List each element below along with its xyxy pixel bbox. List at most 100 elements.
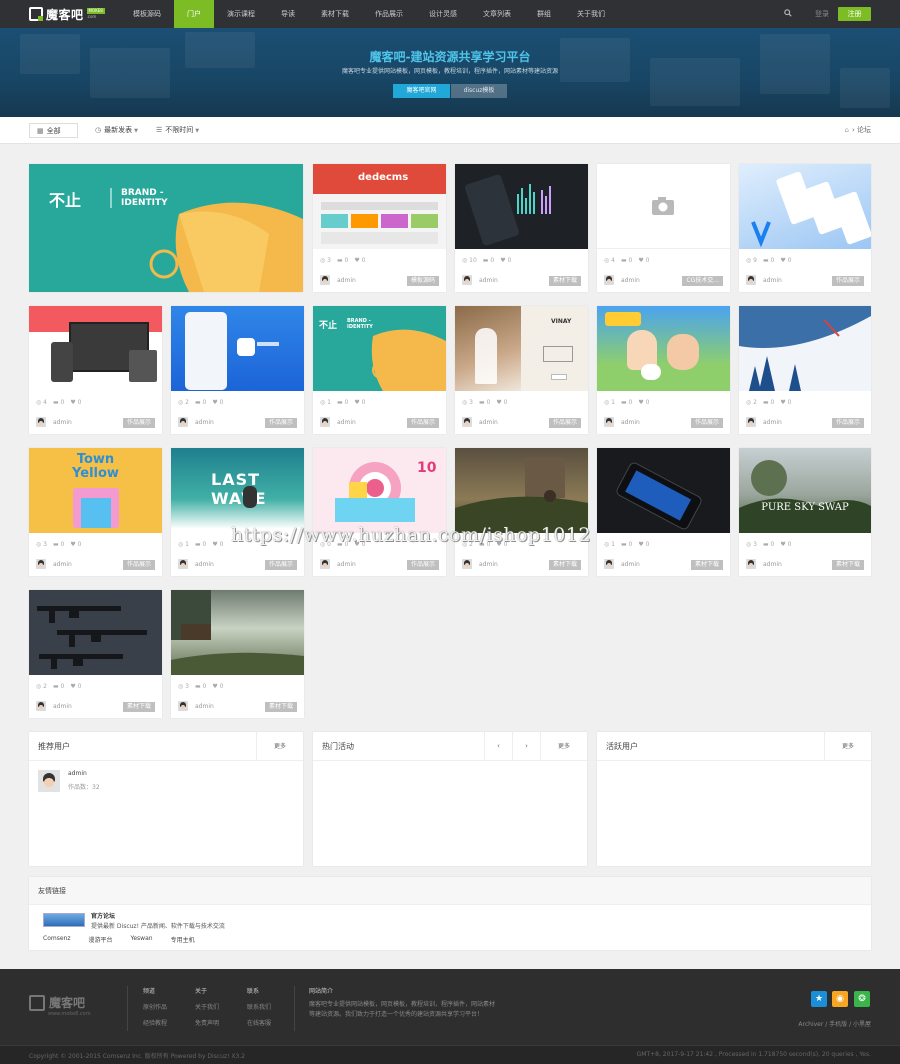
avatar[interactable]	[320, 275, 330, 285]
author-name[interactable]: admin	[195, 419, 214, 426]
author-name[interactable]: admin	[621, 561, 640, 568]
author-name[interactable]: admin	[763, 561, 782, 568]
post-card[interactable]: dedecms ◎ 3 ▬ 0 ♥ 0 admin 模板源码	[313, 164, 446, 292]
card-thumbnail[interactable]	[597, 164, 730, 249]
card-thumbnail[interactable]: 不止 BRAND - IDENTITY	[313, 306, 446, 391]
avatar[interactable]	[36, 701, 46, 711]
nav-item-guide[interactable]: 导读	[268, 0, 308, 28]
avatar[interactable]	[320, 417, 330, 427]
card-thumbnail[interactable]: LAST WAVE	[171, 448, 304, 533]
nav-item-works[interactable]: 作品展示	[362, 0, 416, 28]
card-author[interactable]: admin	[462, 417, 498, 427]
nav-item-portal[interactable]: 门户	[174, 0, 214, 28]
nav-item-inspiration[interactable]: 设计灵感	[416, 0, 470, 28]
link-item[interactable]: Yeswan	[131, 935, 153, 944]
avatar[interactable]	[746, 275, 756, 285]
card-thumbnail[interactable]	[455, 448, 588, 533]
author-name[interactable]: admin	[53, 419, 72, 426]
author-name[interactable]: admin	[53, 703, 72, 710]
category-tag[interactable]: 模板源码	[406, 276, 439, 286]
post-card[interactable]: PURE SKY SWAP ◎ 3 ▬ 0 ♥ 0 admin 素材下载	[739, 448, 871, 576]
post-card[interactable]: LAST WAVE ◎ 1 ▬ 0 ♥ 0 admin 作品展示	[171, 448, 304, 576]
post-card[interactable]: ◎ 1 ▬ 0 ♥ 0 admin 素材下载	[597, 448, 730, 576]
post-card[interactable]: VINAY ◎ 3 ▬ 0 ♥ 0 admin 作品展示	[455, 306, 588, 434]
card-thumbnail[interactable]: Town Yellow	[29, 448, 162, 533]
nav-item-templates[interactable]: 模板源码	[120, 0, 174, 28]
more-link[interactable]: 更多	[540, 732, 587, 761]
category-tag[interactable]: 素材下载	[122, 702, 155, 712]
post-card[interactable]: ◎ 4 ▬ 0 ♥ 0 admin 作品展示	[29, 306, 162, 434]
post-card[interactable]: ◎ 1 ▬ 0 ♥ 0 admin 作品展示	[597, 306, 730, 434]
footer-link[interactable]: 经验教程	[143, 1018, 167, 1027]
avatar[interactable]	[462, 417, 472, 427]
post-card[interactable]: 不止 BRAND - IDENTITY ◎ 1 ▬ 0 ♥ 0 admin 作品展示	[313, 306, 446, 434]
avatar[interactable]	[320, 559, 330, 569]
category-tag[interactable]: 素材下载	[690, 560, 723, 570]
category-tag[interactable]: 作品展示	[264, 560, 297, 570]
card-author[interactable]: admin	[178, 701, 214, 711]
category-tag[interactable]: 作品展示	[548, 418, 581, 428]
post-card[interactable]: ◎ 2 ▬ 0 ♥ 0 admin 素材下载	[29, 590, 162, 718]
avatar[interactable]	[36, 559, 46, 569]
author-name[interactable]: admin	[763, 419, 782, 426]
avatar[interactable]	[604, 275, 614, 285]
register-button[interactable]: 注册	[838, 7, 871, 21]
card-author[interactable]: admin	[604, 417, 640, 427]
nav-item-courses[interactable]: 演示课程	[214, 0, 268, 28]
card-author[interactable]: admin	[320, 417, 356, 427]
search-icon[interactable]	[783, 9, 793, 19]
card-author[interactable]: admin	[36, 559, 72, 569]
avatar[interactable]	[38, 770, 60, 792]
nav-item-about[interactable]: 关于我们	[564, 0, 618, 28]
card-thumbnail[interactable]: 10	[313, 448, 446, 533]
post-card[interactable]: ◎ 9 ▬ 0 ♥ 0 admin 作品展示	[739, 164, 871, 292]
category-tag[interactable]: 素材下载	[548, 276, 581, 286]
more-link[interactable]: 更多	[824, 732, 871, 761]
card-thumbnail[interactable]	[171, 590, 304, 675]
author-name[interactable]: admin	[763, 277, 782, 284]
avatar[interactable]	[178, 701, 188, 711]
category-tag[interactable]: 作品展示	[122, 560, 155, 570]
footer-links[interactable]: Archiver / 手机版 / 小黑屋	[798, 1019, 871, 1028]
filter-time[interactable]: ☰ 不限时间 ▼	[156, 123, 199, 138]
author-name[interactable]: admin	[479, 419, 498, 426]
nav-item-materials[interactable]: 素材下载	[308, 0, 362, 28]
card-author[interactable]: admin	[604, 559, 640, 569]
breadcrumb-forum[interactable]: 论坛	[857, 126, 871, 134]
footer-link[interactable]: 关于我们	[195, 1002, 219, 1011]
card-thumbnail[interactable]: dedecms	[313, 164, 446, 249]
card-author[interactable]: admin	[462, 275, 498, 285]
category-tag[interactable]: 素材下载	[548, 560, 581, 570]
post-card[interactable]: ◎ 2 ▬ 0 ♥ 0 admin 作品展示	[739, 306, 871, 434]
card-thumbnail[interactable]	[597, 448, 730, 533]
home-icon[interactable]: ⌂	[845, 126, 849, 134]
avatar[interactable]	[462, 559, 472, 569]
card-author[interactable]: admin	[746, 417, 782, 427]
nav-item-articles[interactable]: 文章列表	[470, 0, 524, 28]
avatar[interactable]	[604, 559, 614, 569]
post-card[interactable]: ◎ 4 ▬ 0 ♥ 0 admin CG技术交...	[597, 164, 730, 292]
card-author[interactable]: admin	[36, 701, 72, 711]
card-thumbnail[interactable]	[739, 306, 871, 391]
post-card[interactable]: ◎ 2 ▬ 0 ♥ 0 admin 作品展示	[171, 306, 304, 434]
category-tag[interactable]: 作品展示	[122, 418, 155, 428]
category-tag[interactable]: 素材下载	[831, 560, 864, 570]
discuz-logo[interactable]	[43, 913, 85, 927]
card-author[interactable]: admin	[36, 417, 72, 427]
avatar[interactable]	[462, 275, 472, 285]
category-tag[interactable]: 作品展示	[264, 418, 297, 428]
post-card[interactable]: ◎ 3 ▬ 0 ♥ 0 admin 素材下载	[171, 590, 304, 718]
author-name[interactable]: admin	[195, 561, 214, 568]
avatar[interactable]	[36, 417, 46, 427]
author-name[interactable]: admin	[53, 561, 72, 568]
footer-link[interactable]: 联系我们	[247, 1002, 271, 1011]
nav-item-groups[interactable]: 群组	[524, 0, 564, 28]
discuz-template-button[interactable]: discuz模板	[451, 84, 507, 98]
official-forum-link[interactable]: 官方论坛	[91, 911, 115, 920]
filter-all[interactable]: ▦ 全部	[29, 123, 78, 138]
card-author[interactable]: admin	[320, 559, 356, 569]
footer-link[interactable]: 原创作品	[143, 1002, 167, 1011]
post-card[interactable]: 10 ◎ 0 ▬ 0 ♥ 0 admin 作品展示	[313, 448, 446, 576]
card-thumbnail[interactable]: 不止 BRAND - IDENTITY	[29, 164, 303, 292]
card-author[interactable]: admin	[462, 559, 498, 569]
